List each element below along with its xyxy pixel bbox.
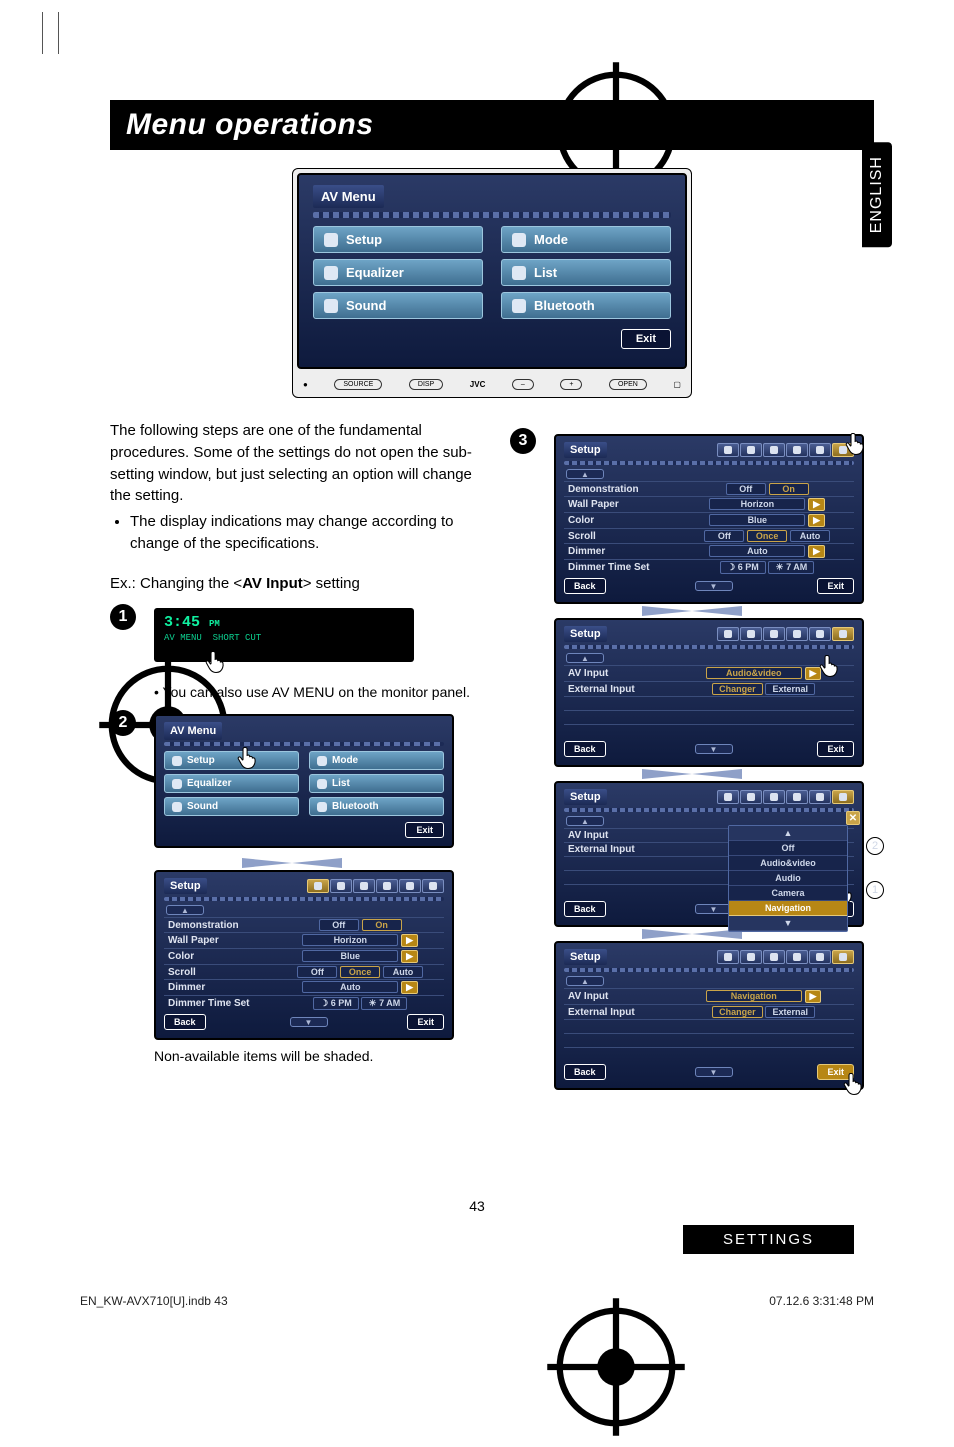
- disp-button[interactable]: DISP: [409, 379, 443, 390]
- menu-item-equalizer[interactable]: Equalizer: [164, 774, 299, 793]
- av-menu-title: AV Menu: [313, 185, 384, 208]
- exit-button[interactable]: Exit: [817, 578, 854, 594]
- brightness-icon: [512, 233, 526, 247]
- menu-item-list[interactable]: List: [501, 259, 671, 286]
- device-button-bar: ● SOURCE DISP JVC – + OPEN ▢: [297, 375, 687, 393]
- setup-screen-dropdown: Setup ▲ AV Input External Input ✕ ▲ Off: [554, 781, 864, 927]
- bluetooth-icon: [512, 299, 526, 313]
- table-row: ColorBlue ▶: [164, 949, 444, 965]
- menu-item-setup[interactable]: Setup: [164, 751, 299, 770]
- minus-button[interactable]: –: [512, 379, 534, 390]
- language-tab: ENGLISH: [862, 142, 892, 247]
- chevron-right-icon[interactable]: ▶: [401, 934, 418, 947]
- back-button[interactable]: Back: [164, 1014, 206, 1030]
- screen-transition-icon: [232, 858, 352, 868]
- table-row: ScrollOff Once Auto: [164, 965, 444, 980]
- av-menu-screen: AV Menu Setup Mode Equalizer List Sound …: [297, 173, 687, 369]
- speaker-icon: [172, 802, 182, 812]
- exit-button[interactable]: Exit: [621, 329, 671, 349]
- scroll-down-button[interactable]: ▼: [290, 1017, 328, 1027]
- page-title: Menu operations: [110, 100, 874, 150]
- lang-tab-icon: [406, 882, 414, 890]
- menu-item-setup[interactable]: Setup: [313, 226, 483, 253]
- table-row: DimmerAuto ▶: [164, 980, 444, 996]
- scroll-up-button[interactable]: ▲: [166, 905, 204, 915]
- page-number: 43: [469, 1198, 485, 1214]
- list-icon: [512, 266, 526, 280]
- hand-icon: [842, 430, 870, 458]
- menu-item-bluetooth[interactable]: Bluetooth: [501, 292, 671, 319]
- chevron-right-icon[interactable]: ▶: [401, 950, 418, 963]
- settings-section-label: SETTINGS: [683, 1225, 854, 1254]
- chevron-right-icon[interactable]: ▶: [401, 981, 418, 994]
- disc-tab-icon: [360, 882, 368, 890]
- gear-icon: [172, 756, 182, 766]
- tuner-tab-icon: [383, 882, 391, 890]
- example-label: Ex.: Changing the <AV Input> setting: [110, 573, 474, 595]
- footer-right: 07.12.6 3:31:48 PM: [769, 1294, 874, 1308]
- screen-transition-icon: [632, 606, 752, 616]
- menu-item-mode[interactable]: Mode: [309, 751, 444, 770]
- equalizer-icon: [324, 266, 338, 280]
- exit-button[interactable]: Exit: [405, 822, 444, 838]
- intro-paragraph: The following steps are one of the funda…: [110, 420, 474, 507]
- intro-bullet: The display indications may change accor…: [130, 511, 474, 555]
- setup-screen: Setup ▲ DemonstrationOff On Wall PaperHo…: [554, 434, 864, 604]
- menu-item-mode[interactable]: Mode: [501, 226, 671, 253]
- hand-icon: [202, 648, 230, 676]
- speaker-icon: [324, 299, 338, 313]
- table-row: DemonstrationOff On: [164, 918, 444, 933]
- menu-item-equalizer[interactable]: Equalizer: [313, 259, 483, 286]
- equalizer-icon: [172, 779, 182, 789]
- source-button[interactable]: SOURCE: [334, 379, 382, 390]
- step2-note: You can also use AV MENU on the monitor …: [163, 684, 470, 700]
- close-dropdown-button[interactable]: ✕: [846, 811, 860, 825]
- menu-item-bluetooth[interactable]: Bluetooth: [309, 797, 444, 816]
- screen-transition-icon: [632, 769, 752, 779]
- setup-tabs[interactable]: [717, 443, 854, 457]
- bluetooth-icon: [317, 802, 327, 812]
- callout-1: 1: [866, 881, 884, 899]
- menu-item-sound[interactable]: Sound: [313, 292, 483, 319]
- table-row: Wall PaperHorizon ▶: [164, 933, 444, 949]
- av-menu-screen-small: AV Menu Setup Mode Equalizer List Sound …: [154, 714, 454, 848]
- callout-2: 2: [866, 837, 884, 855]
- av-input-dropdown[interactable]: ▲ Off Audio&video Audio Camera Navigatio…: [728, 825, 848, 932]
- setup-screen: Setup ▲ AV InputAudio&video ▶ External I…: [554, 618, 864, 767]
- hand-icon: [816, 652, 844, 680]
- list-icon: [317, 779, 327, 789]
- setup-screen: Setup ▲ DemonstrationOff On: [154, 870, 454, 1040]
- non-available-note: Non-available items will be shaded.: [154, 1048, 474, 1064]
- menu-item-sound[interactable]: Sound: [164, 797, 299, 816]
- monitor-panel-strip: 3:45 PM AV MENU SHORT CUT: [154, 608, 414, 662]
- menu-item-list[interactable]: List: [309, 774, 444, 793]
- step-3-badge: 3: [510, 428, 536, 454]
- brightness-icon: [317, 756, 327, 766]
- setup-screen: Setup ▲ AV InputNavigation ▶ External In…: [554, 941, 864, 1090]
- table-row: Dimmer Time Set☽ 6 PM ☀ 7 AM: [164, 996, 444, 1012]
- hand-icon: [234, 744, 262, 772]
- hand-icon: [840, 1070, 868, 1098]
- brand-logo: JVC: [470, 380, 486, 389]
- step-2-badge: 2: [110, 710, 136, 736]
- input-tab-icon: [429, 882, 437, 890]
- display-tab-icon: [314, 882, 322, 890]
- setup-tabs[interactable]: [307, 879, 444, 893]
- footer-left: EN_KW-AVX710[U].indb 43: [80, 1294, 228, 1308]
- scroll-up-button[interactable]: ▲: [566, 469, 604, 479]
- back-button[interactable]: Back: [564, 578, 606, 594]
- step-1-badge: 1: [110, 604, 136, 630]
- plus-button[interactable]: +: [560, 379, 582, 390]
- exit-button[interactable]: Exit: [407, 1014, 444, 1030]
- clock-tab-icon: [337, 882, 345, 890]
- open-button[interactable]: OPEN: [609, 379, 647, 390]
- gear-icon: [324, 233, 338, 247]
